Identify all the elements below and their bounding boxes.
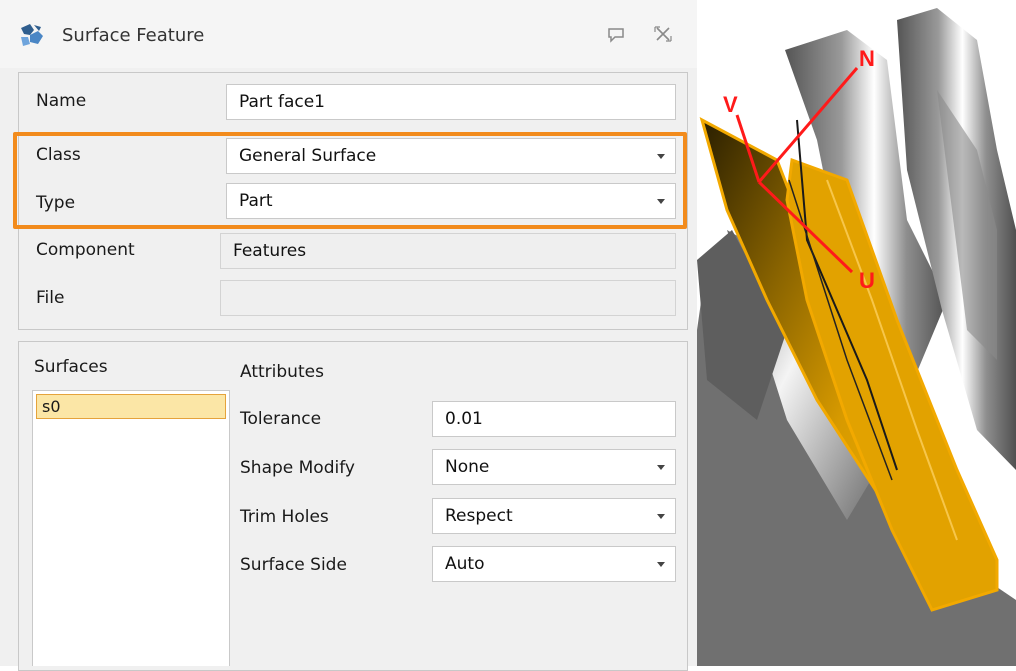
surface-feature-app-icon <box>21 24 43 46</box>
component-field: Features <box>220 233 676 269</box>
dialog-titlebar: Surface Feature <box>0 0 697 68</box>
3d-viewport[interactable]: N V U <box>697 0 1016 666</box>
surface-list-item-s0[interactable]: s0 <box>36 394 226 419</box>
name-label: Name <box>36 91 87 111</box>
surface-feature-dialog: Surface Feature Name Part face1 Class Ge… <box>0 0 697 671</box>
shape-modify-label: Shape Modify <box>240 458 355 478</box>
class-type-highlight-box <box>13 132 687 229</box>
file-field <box>220 280 676 316</box>
n-axis-label: N <box>859 46 875 71</box>
surfaces-label: Surfaces <box>34 357 108 377</box>
attributes-title: Attributes <box>240 362 324 382</box>
file-label: File <box>36 288 65 308</box>
surface-side-select[interactable]: Auto <box>432 546 676 582</box>
chevron-down-icon <box>657 562 665 567</box>
comment-icon[interactable] <box>603 22 629 46</box>
tolerance-input[interactable]: 0.01 <box>432 401 676 437</box>
name-input[interactable]: Part face1 <box>226 84 676 120</box>
u-axis-label: U <box>859 268 875 293</box>
chevron-down-icon <box>657 465 665 470</box>
close-icon[interactable] <box>650 22 676 46</box>
dialog-title: Surface Feature <box>62 25 205 46</box>
v-axis-label: V <box>723 92 738 117</box>
shape-modify-value: None <box>445 457 490 477</box>
trim-holes-select[interactable]: Respect <box>432 498 676 534</box>
surface-side-label: Surface Side <box>240 555 347 575</box>
trim-holes-label: Trim Holes <box>240 507 329 527</box>
tolerance-label: Tolerance <box>240 409 322 429</box>
shape-modify-select[interactable]: None <box>432 449 676 485</box>
gear-surface-render: N V U <box>697 0 1016 666</box>
component-label: Component <box>36 240 135 260</box>
trim-holes-value: Respect <box>445 506 513 526</box>
chevron-down-icon <box>657 514 665 519</box>
surfaces-list[interactable]: s0 <box>32 390 230 666</box>
surface-side-value: Auto <box>445 554 485 574</box>
